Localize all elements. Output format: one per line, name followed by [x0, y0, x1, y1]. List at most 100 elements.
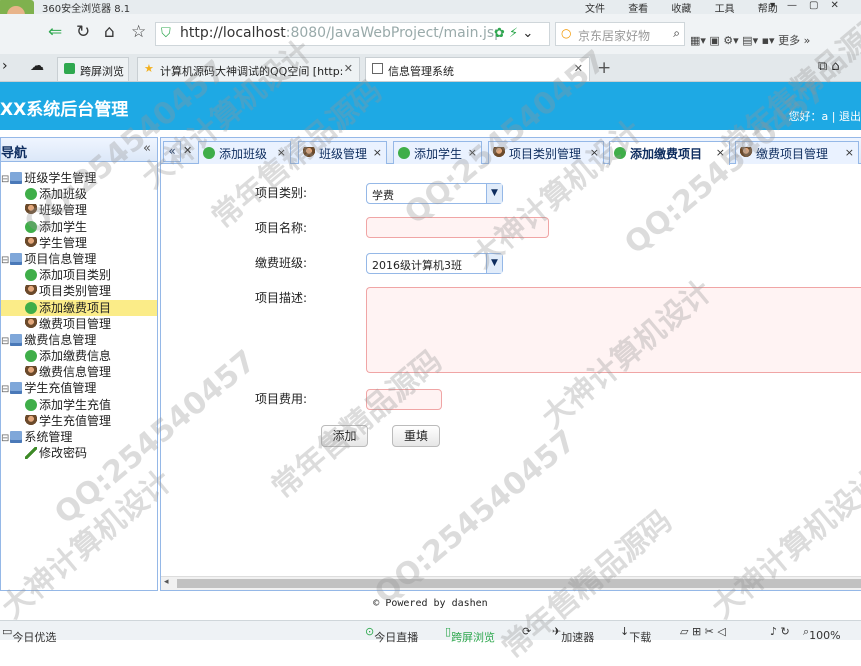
browser-tab-qq-zone[interactable]: ★ 计算机源码大神调试的QQ空间 [http: ✕	[137, 57, 360, 81]
sidebar-item-8[interactable]: 添加缴费项目	[1, 299, 157, 316]
tab-page-4[interactable]: 添加缴费项目 ×	[609, 141, 730, 165]
search-input[interactable]: ○ 京东居家好物 ⌕	[555, 22, 685, 46]
expand-toggle-icon[interactable]: ⊟	[1, 336, 9, 347]
tab-page-1[interactable]: 班级管理 ×	[298, 141, 387, 164]
collapse-icon[interactable]: «	[143, 141, 151, 156]
main-panel: « ✕ 添加班级 × 班级管理 × 添加学生 × 项目类别管理 × 添加缴费项目 × 缴费项目管理 ×…	[160, 137, 861, 591]
sidebar-item-12[interactable]: 缴费信息管理	[1, 364, 157, 380]
tab-label: 班级管理	[319, 147, 368, 161]
home-icon[interactable]: ⌂	[104, 22, 115, 42]
horizontal-scrollbar[interactable]: ◂	[161, 576, 861, 590]
browser-menu-bar: 文件 查看 收藏 工具 帮助	[585, 0, 798, 15]
tab-page-0[interactable]: 添加班级 ×	[198, 141, 291, 164]
page-tab-strip: « ✕ 添加班级 × 班级管理 × 添加学生 × 项目类别管理 × 添加缴费项目 × 缴费项目管理 ×	[161, 138, 861, 165]
sidebar-item-6[interactable]: 添加项目类别	[1, 267, 157, 283]
user-info[interactable]: 您好：a | 退出	[789, 108, 861, 124]
back-icon[interactable]: ⇐	[48, 22, 62, 42]
status-today-picks[interactable]: ▭ 今日优选	[2, 625, 56, 644]
tab-page-3[interactable]: 项目类别管理 ×	[488, 141, 604, 164]
close-tab-icon[interactable]: ×	[373, 146, 382, 159]
zoom-level[interactable]: ⌕ 100%	[803, 625, 841, 642]
browser-tab-bar: › ☁ 跨屏浏览 ★ 计算机源码大神调试的QQ空间 [http: ✕ 信息管理系…	[0, 54, 861, 82]
tab-page-5[interactable]: 缴费项目管理 ×	[735, 141, 859, 164]
browser-tab-cross-screen[interactable]: 跨屏浏览	[57, 57, 129, 81]
scrollbar-thumb[interactable]	[177, 579, 861, 588]
sidebar-item-0[interactable]: ⊟ 班级学生管理	[1, 170, 157, 186]
sidebar-item-2[interactable]: 班级管理	[1, 202, 157, 218]
class-label: 缴费班级:	[255, 256, 308, 270]
expand-toggle-icon[interactable]: ⊟	[1, 255, 9, 266]
expand-toggle-icon[interactable]: ⊟	[1, 174, 9, 185]
fee-input[interactable]	[366, 389, 442, 410]
status-refresh-icon[interactable]: ⟳	[522, 625, 531, 638]
reset-button[interactable]: 重填	[392, 425, 440, 447]
sidebar-item-label: 学生充值管理	[24, 381, 97, 396]
tab-scroll-left-button[interactable]: «	[163, 141, 181, 162]
status-download[interactable]: ↓ 下载	[620, 625, 651, 644]
sidebar-item-label: 学生管理	[39, 235, 88, 250]
cloud-icon[interactable]: ☁	[30, 58, 44, 74]
folder-icon	[10, 252, 23, 265]
tab-page-2[interactable]: 添加学生 ×	[393, 141, 482, 164]
sidebar-item-4[interactable]: 学生管理	[1, 235, 157, 251]
close-tab-icon[interactable]: ×	[590, 146, 599, 159]
window-controls[interactable]: ▾—▢✕	[770, 0, 851, 11]
url-tools[interactable]: ✿ ⚡ ⌄	[494, 26, 533, 41]
sidebar-item-17[interactable]: 修改密码	[1, 445, 157, 461]
extensions-bar[interactable]: ▦▾ ▣ ⚙▾ ▤▾ ▪▾ 更多 »	[690, 32, 810, 48]
close-tab-icon[interactable]: ×	[845, 146, 854, 159]
sidebar-item-7[interactable]: 项目类别管理	[1, 283, 157, 299]
desc-textarea[interactable]	[366, 287, 861, 373]
close-tab-icon[interactable]: ✕	[574, 62, 583, 75]
search-icon[interactable]: ⌕	[673, 26, 680, 41]
status-live-label: 今日直播	[374, 631, 419, 644]
status-accel[interactable]: ✈ 加速器	[552, 625, 594, 644]
status-cross[interactable]: ▯ 跨屏浏览	[445, 625, 495, 644]
new-tab-icon[interactable]: +	[597, 58, 611, 78]
close-tab-icon[interactable]: ×	[716, 146, 725, 159]
name-input[interactable]	[366, 217, 549, 238]
shield-icon: ⛉	[161, 26, 171, 41]
more-menu[interactable]: 更多	[778, 34, 800, 47]
chevron-down-icon[interactable]: ▼	[486, 254, 502, 273]
expand-toggle-icon[interactable]: ⊟	[1, 384, 9, 395]
chevron-down-icon[interactable]: ▼	[486, 184, 502, 203]
sidebar-item-label: 项目信息管理	[24, 251, 97, 266]
url-path: :8080/JavaWebProject/main.jsp	[285, 25, 504, 41]
close-tab-icon[interactable]: ✕	[344, 62, 353, 75]
url-input[interactable]: ⛉ http://localhost:8080/JavaWebProject/m…	[155, 22, 550, 46]
close-icon[interactable]: ✕	[183, 144, 192, 157]
tab-scroll-left-icon[interactable]: ›	[2, 58, 8, 74]
add-icon	[614, 147, 626, 159]
sidebar-title: 导航	[1, 146, 28, 161]
sidebar-header: 导航 «	[1, 138, 157, 162]
restore-tabs-icon[interactable]: ⧉ ⌂	[818, 59, 840, 74]
tab-label: 添加学生	[414, 147, 463, 161]
sidebar-item-14[interactable]: 添加学生充值	[1, 397, 157, 413]
sidebar-item-11[interactable]: 添加缴费信息	[1, 348, 157, 364]
expand-toggle-icon[interactable]: ⊟	[1, 433, 9, 444]
class-select[interactable]: 2016级计算机3班 ▼	[366, 253, 503, 274]
sidebar-item-13[interactable]: ⊟ 学生充值管理	[1, 380, 157, 396]
sidebar-item-16[interactable]: ⊟ 系统管理	[1, 429, 157, 445]
status-misc-icon[interactable]: ♪ ↻	[770, 625, 790, 638]
sidebar-item-15[interactable]: 学生充值管理	[1, 413, 157, 429]
close-tab-icon[interactable]: ×	[277, 146, 286, 159]
sidebar-item-10[interactable]: ⊟ 缴费信息管理	[1, 332, 157, 348]
sidebar-item-label: 学生充值管理	[39, 413, 112, 428]
star-icon[interactable]: ☆	[131, 22, 146, 42]
status-live[interactable]: ⊙ 今日直播	[365, 625, 418, 644]
close-tab-icon[interactable]: ×	[468, 146, 477, 159]
status-tools-icon[interactable]: ▱ ⊞ ✂ ◁	[680, 625, 726, 638]
browser-tab-info-system[interactable]: 信息管理系统 ✕	[365, 57, 590, 81]
sidebar-item-9[interactable]: 缴费项目管理	[1, 316, 157, 332]
status-cross-label: 跨屏浏览	[451, 631, 496, 644]
sidebar-item-label: 添加班级	[39, 187, 88, 202]
sidebar-item-1[interactable]: 添加班级	[1, 186, 157, 202]
type-select[interactable]: 学费 ▼	[366, 183, 503, 204]
sidebar-item-5[interactable]: ⊟ 项目信息管理	[1, 251, 157, 267]
sidebar-item-3[interactable]: 添加学生	[1, 219, 157, 235]
add-button[interactable]: 添加	[321, 425, 368, 447]
refresh-icon[interactable]: ↻	[76, 22, 90, 42]
scroll-left-icon[interactable]: ◂	[164, 577, 169, 587]
